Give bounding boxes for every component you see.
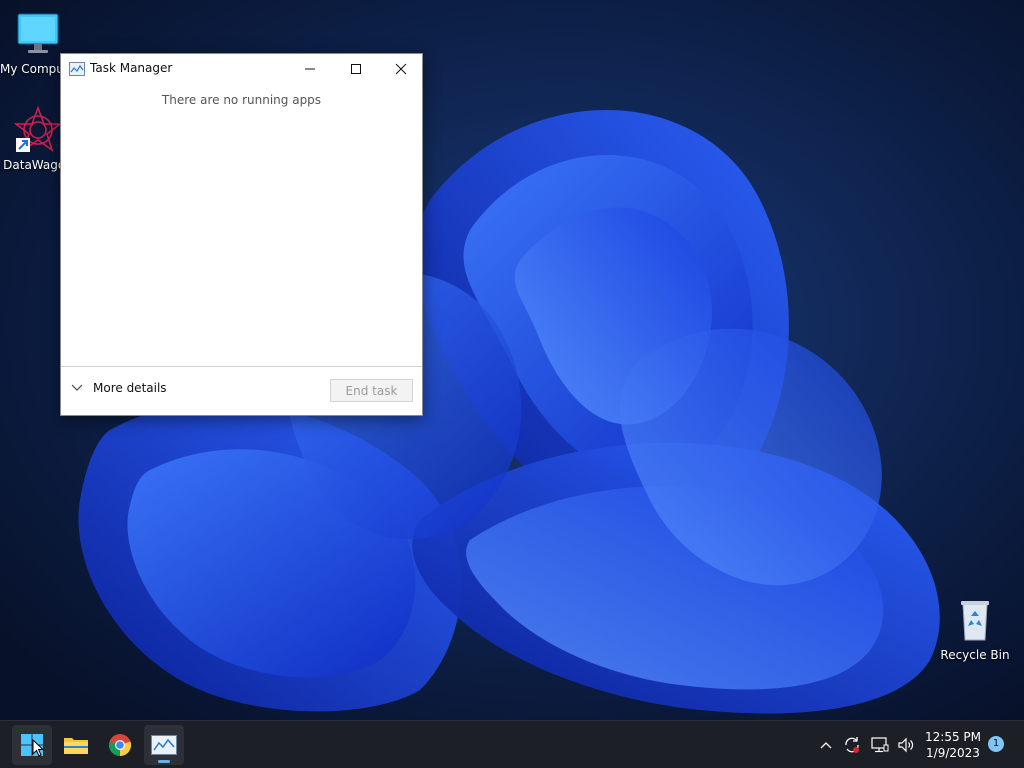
no-apps-message: There are no running apps <box>161 93 322 107</box>
notification-badge[interactable]: 1 <box>988 736 1004 752</box>
task-manager-icon <box>69 62 85 76</box>
network-button[interactable] <box>868 733 892 757</box>
clock-date: 1/9/2023 <box>926 746 980 760</box>
close-button[interactable] <box>378 54 424 84</box>
more-details-toggle[interactable]: More details <box>71 381 167 395</box>
system-tray <box>814 721 918 768</box>
datawagon-icon <box>14 106 62 153</box>
title-bar[interactable]: Task Manager <box>61 54 422 84</box>
chevron-down-icon <box>71 384 83 391</box>
desktop-icon-recycle-bin[interactable]: Recycle Bin <box>937 596 1013 662</box>
chrome-icon <box>108 734 132 757</box>
more-details-label: More details <box>93 381 167 395</box>
sync-icon <box>845 737 859 753</box>
file-explorer-icon <box>64 738 88 754</box>
task-manager-icon <box>151 735 177 755</box>
mouse-cursor-icon <box>32 739 44 757</box>
chrome-button[interactable] <box>100 725 140 765</box>
volume-button[interactable] <box>894 733 918 757</box>
close-icon <box>395 63 407 75</box>
taskbar: 12:55 PM 1/9/2023 <box>0 720 1024 768</box>
task-manager-window[interactable]: Task Manager There are no running apps M… <box>60 53 423 416</box>
recycle-bin-icon <box>961 601 989 641</box>
volume-icon <box>898 737 914 753</box>
window-title: Task Manager <box>90 61 173 75</box>
clock[interactable]: 12:55 PM 1/9/2023 <box>920 729 986 761</box>
end-task-button[interactable]: End task <box>330 379 413 402</box>
minimize-button[interactable] <box>287 54 333 84</box>
monitor-icon <box>17 13 59 53</box>
running-indicator <box>158 760 170 763</box>
chevron-up-icon <box>820 742 832 749</box>
window-footer: More details End task <box>61 366 422 415</box>
file-explorer-button[interactable] <box>56 725 96 765</box>
task-manager-taskbar-button[interactable] <box>144 725 184 765</box>
maximize-icon <box>351 64 361 74</box>
desktop-icon-label: Recycle Bin <box>940 648 1010 662</box>
maximize-button[interactable] <box>333 54 379 84</box>
clock-time: 12:55 PM <box>925 730 981 744</box>
network-icon <box>871 737 889 753</box>
minimize-icon <box>305 68 315 70</box>
show-hidden-icons-button[interactable] <box>814 733 838 757</box>
start-button[interactable] <box>12 725 52 765</box>
sync-status-button[interactable] <box>840 733 864 757</box>
